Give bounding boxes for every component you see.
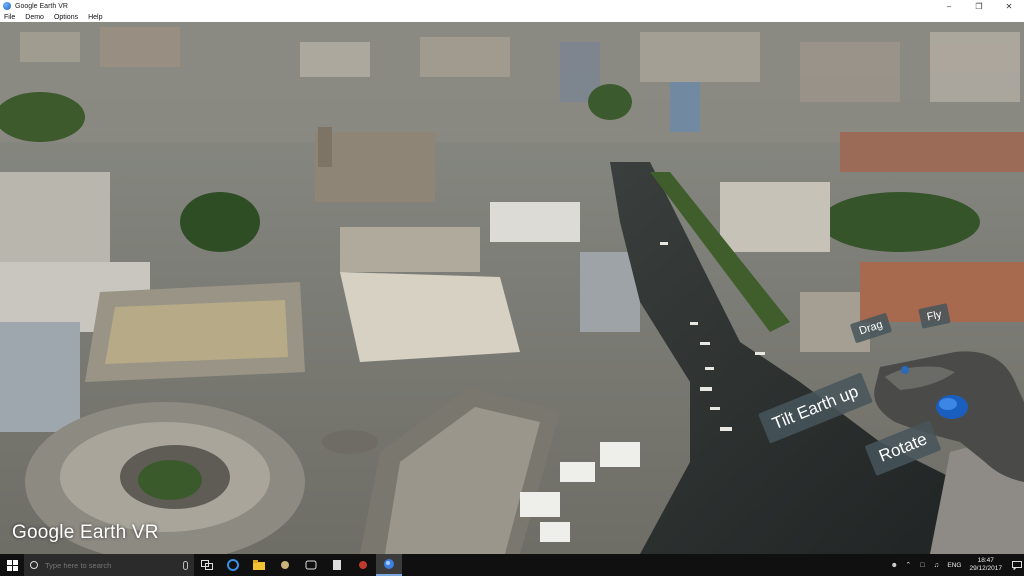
- earth-3d-viewport[interactable]: Google Earth VR Drag Fly Tilt Earth up R…: [0, 22, 1024, 554]
- google-earth-vr-watermark: Google Earth VR: [12, 522, 159, 544]
- edge-taskbar-button[interactable]: [220, 554, 246, 576]
- app-icon-3: [333, 560, 341, 570]
- microphone-icon[interactable]: [183, 560, 188, 570]
- close-icon: ✕: [1005, 1, 1013, 11]
- restore-icon: ❐: [975, 1, 983, 11]
- close-button[interactable]: ✕: [994, 0, 1024, 12]
- file-explorer-taskbar-button[interactable]: [246, 554, 272, 576]
- google-earth-vr-taskbar-button[interactable]: [376, 554, 402, 576]
- clock[interactable]: 18:47 29/12/2017: [969, 557, 1002, 573]
- minimize-button[interactable]: –: [934, 0, 964, 12]
- restore-button[interactable]: ❐: [964, 0, 994, 12]
- notification-icon: [1012, 560, 1022, 570]
- google-earth-vr-icon: [384, 559, 394, 569]
- network-icon[interactable]: □: [915, 554, 929, 576]
- taskbar-app-1[interactable]: [272, 554, 298, 576]
- menu-options[interactable]: Options: [52, 14, 78, 21]
- search-input[interactable]: [45, 560, 165, 570]
- taskbar-app-3[interactable]: [324, 554, 350, 576]
- taskbar-search-box[interactable]: [24, 554, 194, 576]
- language-indicator[interactable]: ENG: [947, 562, 961, 569]
- system-tray: ☻ ⌃ □ ♫ ENG 18:47 29/12/2017: [887, 554, 1024, 576]
- task-view-button[interactable]: [194, 554, 220, 576]
- window-controls: – ❐ ✕: [934, 0, 1024, 12]
- clock-time: 18:47: [977, 557, 994, 564]
- windows-start-icon: [6, 559, 18, 571]
- aerial-city-scene: [0, 22, 1024, 554]
- file-explorer-icon: [253, 560, 265, 570]
- windows-taskbar: ☻ ⌃ □ ♫ ENG 18:47 29/12/2017: [0, 554, 1024, 576]
- start-button[interactable]: [0, 554, 24, 576]
- app-icon-4: [359, 561, 367, 569]
- edge-icon: [227, 559, 239, 571]
- window-title: Google Earth VR: [15, 2, 68, 10]
- chevron-up-icon[interactable]: ⌃: [901, 554, 915, 576]
- taskbar-app-2[interactable]: [298, 554, 324, 576]
- google-earth-vr-app-icon: [3, 2, 11, 10]
- taskbar-app-4[interactable]: [350, 554, 376, 576]
- minimize-icon: –: [946, 1, 952, 11]
- clock-date: 29/12/2017: [969, 565, 1002, 572]
- app-window: Google Earth VR – ❐ ✕ File Demo Options …: [0, 0, 1024, 554]
- menu-demo[interactable]: Demo: [23, 14, 44, 21]
- watermark-google: Google: [12, 522, 75, 543]
- menu-bar: File Demo Options Help: [0, 12, 1024, 22]
- people-icon[interactable]: ☻: [887, 554, 901, 576]
- task-view-icon: [201, 560, 213, 570]
- search-icon: [30, 561, 38, 569]
- app-icon-2: [305, 560, 317, 570]
- action-center-button[interactable]: [1010, 554, 1024, 576]
- menu-help[interactable]: Help: [86, 14, 102, 21]
- app-icon-1: [281, 561, 289, 569]
- watermark-earth-vr: Earth VR: [79, 522, 159, 543]
- menu-file[interactable]: File: [2, 14, 15, 21]
- title-bar: Google Earth VR – ❐ ✕: [0, 0, 1024, 12]
- volume-icon[interactable]: ♫: [929, 554, 943, 576]
